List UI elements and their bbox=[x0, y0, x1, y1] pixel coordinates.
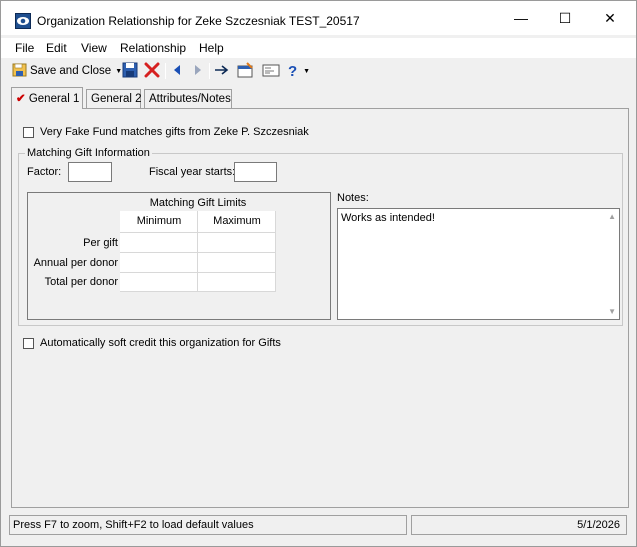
title-bar: Organization Relationship for Zeke Szcze… bbox=[1, 1, 636, 35]
limits-header-maximum: Maximum bbox=[198, 211, 276, 233]
factor-label: Factor: bbox=[27, 166, 62, 178]
goto-icon bbox=[214, 62, 230, 81]
toolbar-separator bbox=[165, 63, 166, 79]
next-icon bbox=[192, 62, 204, 81]
menu-relationship[interactable]: Relationship bbox=[120, 41, 186, 55]
per-gift-min-cell[interactable] bbox=[120, 233, 198, 253]
total-per-donor-max-cell[interactable] bbox=[198, 273, 276, 292]
previous-record-button[interactable] bbox=[171, 62, 183, 80]
status-hint: Press F7 to zoom, Shift+F2 to load defau… bbox=[13, 519, 254, 531]
menu-view[interactable]: View bbox=[81, 41, 107, 55]
annual-per-donor-max-cell[interactable] bbox=[198, 253, 276, 273]
app-window: Organization Relationship for Zeke Szcze… bbox=[0, 0, 637, 547]
save-and-close-button[interactable]: Save and Close ▼ bbox=[12, 62, 122, 80]
maximize-button[interactable]: ☐ bbox=[542, 1, 588, 35]
matches-gifts-checkbox[interactable] bbox=[23, 127, 34, 138]
status-hint-pane: Press F7 to zoom, Shift+F2 to load defau… bbox=[9, 515, 407, 535]
notes-text: Works as intended! bbox=[341, 212, 435, 224]
tab-label: General 2 bbox=[91, 93, 142, 105]
status-date: 5/1/2026 bbox=[577, 519, 620, 531]
matching-gift-group: Matching Gift Information Factor: Fiscal… bbox=[18, 147, 623, 326]
factor-input[interactable] bbox=[68, 162, 112, 182]
save-icon bbox=[122, 62, 138, 81]
next-record-button[interactable] bbox=[192, 62, 204, 80]
group-title: Matching Gift Information bbox=[25, 147, 152, 159]
properties-button[interactable] bbox=[237, 61, 255, 81]
scroll-down-icon[interactable]: ▼ bbox=[608, 307, 616, 316]
save-and-close-icon bbox=[12, 62, 28, 81]
app-logo-icon bbox=[15, 13, 31, 29]
menu-edit[interactable]: Edit bbox=[46, 41, 67, 55]
minimize-button[interactable]: — bbox=[498, 1, 544, 35]
limits-header-minimum: Minimum bbox=[120, 211, 198, 233]
help-dropdown-icon[interactable]: ▼ bbox=[303, 68, 310, 75]
status-date-pane: 5/1/2026 bbox=[411, 515, 627, 535]
matches-gifts-label: Very Fake Fund matches gifts from Zeke P… bbox=[40, 126, 309, 138]
per-gift-max-cell[interactable] bbox=[198, 233, 276, 253]
save-button[interactable] bbox=[122, 62, 138, 80]
notes-textarea[interactable]: Works as intended! ▲ ▼ bbox=[337, 208, 620, 320]
scroll-up-icon[interactable]: ▲ bbox=[608, 212, 616, 221]
delete-button[interactable] bbox=[144, 62, 160, 80]
menu-help[interactable]: Help bbox=[199, 41, 224, 55]
email-button[interactable] bbox=[262, 62, 280, 80]
menu-bar: File Edit View Relationship Help bbox=[1, 38, 636, 58]
tab-attributes-notes[interactable]: Attributes/Notes bbox=[144, 89, 232, 109]
close-icon: ✕ bbox=[604, 9, 616, 26]
tab-label: General 1 bbox=[28, 93, 80, 105]
maximize-icon: ☐ bbox=[558, 9, 572, 26]
tab-general-1[interactable]: ✔ General 1 bbox=[11, 87, 83, 109]
close-button[interactable]: ✕ bbox=[587, 1, 633, 35]
go-to-button[interactable] bbox=[214, 62, 230, 80]
soft-credit-checkbox[interactable] bbox=[23, 338, 34, 349]
delete-icon bbox=[144, 62, 160, 81]
matching-gift-limits-grid: Matching Gift Limits Minimum Maximum Per… bbox=[27, 192, 331, 320]
window-title: Organization Relationship for Zeke Szcze… bbox=[37, 14, 360, 28]
properties-icon bbox=[237, 61, 255, 81]
checkmark-icon: ✔ bbox=[16, 93, 26, 105]
menu-file[interactable]: File bbox=[15, 41, 34, 55]
previous-icon bbox=[171, 62, 183, 81]
annual-per-donor-min-cell[interactable] bbox=[120, 253, 198, 273]
notes-label: Notes: bbox=[337, 192, 369, 204]
limits-row-label: Per gift bbox=[83, 237, 118, 249]
limits-row-label: Annual per donor bbox=[33, 257, 118, 269]
limits-row-label: Total per donor bbox=[44, 276, 118, 288]
tab-label: Attributes/Notes bbox=[149, 93, 231, 105]
toolbar-separator bbox=[209, 63, 210, 79]
fiscal-year-label: Fiscal year starts: bbox=[149, 166, 236, 178]
help-icon: ? bbox=[288, 62, 298, 80]
general-1-panel: Very Fake Fund matches gifts from Zeke P… bbox=[11, 108, 629, 508]
save-and-close-label: Save and Close bbox=[30, 65, 112, 77]
tab-general-2[interactable]: General 2 bbox=[86, 89, 142, 109]
toolbar: Save and Close ▼ ? ▼ bbox=[1, 59, 636, 83]
help-button[interactable]: ? ▼ bbox=[288, 62, 310, 80]
fiscal-year-input[interactable] bbox=[234, 162, 277, 182]
limits-title: Matching Gift Limits bbox=[149, 197, 247, 209]
email-icon bbox=[262, 62, 280, 81]
minimize-icon: — bbox=[514, 10, 528, 26]
total-per-donor-min-cell[interactable] bbox=[120, 273, 198, 292]
soft-credit-label: Automatically soft credit this organizat… bbox=[40, 337, 281, 349]
status-bar: Press F7 to zoom, Shift+F2 to load defau… bbox=[1, 513, 636, 535]
